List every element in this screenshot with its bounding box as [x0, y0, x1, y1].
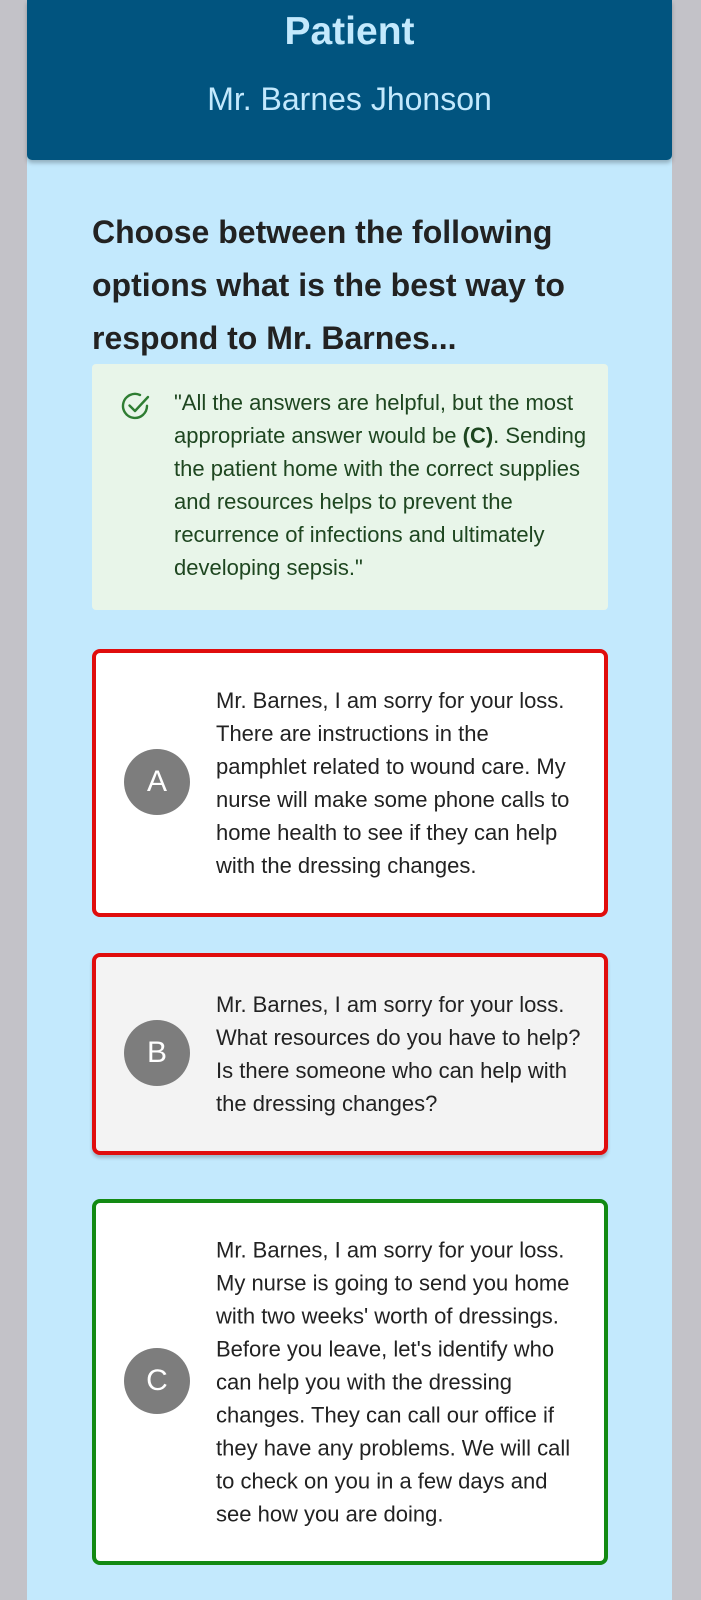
header-title: Patient: [284, 10, 415, 53]
option-letter-badge: A: [124, 749, 190, 815]
patient-name: Mr. Barnes Jhonson: [207, 81, 492, 117]
feedback-text: "All the answers are helpful, but the mo…: [174, 386, 594, 584]
answer-option-b[interactable]: B Mr. Barnes, I am sorry for your loss. …: [92, 953, 608, 1155]
feedback-box: "All the answers are helpful, but the mo…: [92, 364, 608, 610]
check-circle-icon: [120, 390, 152, 422]
option-text: Mr. Barnes, I am sorry for your loss. My…: [216, 1237, 571, 1527]
answer-option-c[interactable]: C Mr. Barnes, I am sorry for your loss. …: [92, 1199, 608, 1565]
question-text: Choose between the following options wha…: [92, 214, 565, 356]
option-text: Mr. Barnes, I am sorry for your loss. Wh…: [216, 992, 581, 1116]
option-letter-badge: B: [124, 1020, 190, 1086]
answer-option-a[interactable]: A Mr. Barnes, I am sorry for your loss. …: [92, 649, 608, 917]
option-text: Mr. Barnes, I am sorry for your loss. Th…: [216, 688, 570, 878]
patient-header: Patient Mr. Barnes Jhonson: [27, 0, 672, 160]
feedback-answer-letter: (C): [462, 423, 494, 448]
option-letter-badge: C: [124, 1348, 190, 1414]
